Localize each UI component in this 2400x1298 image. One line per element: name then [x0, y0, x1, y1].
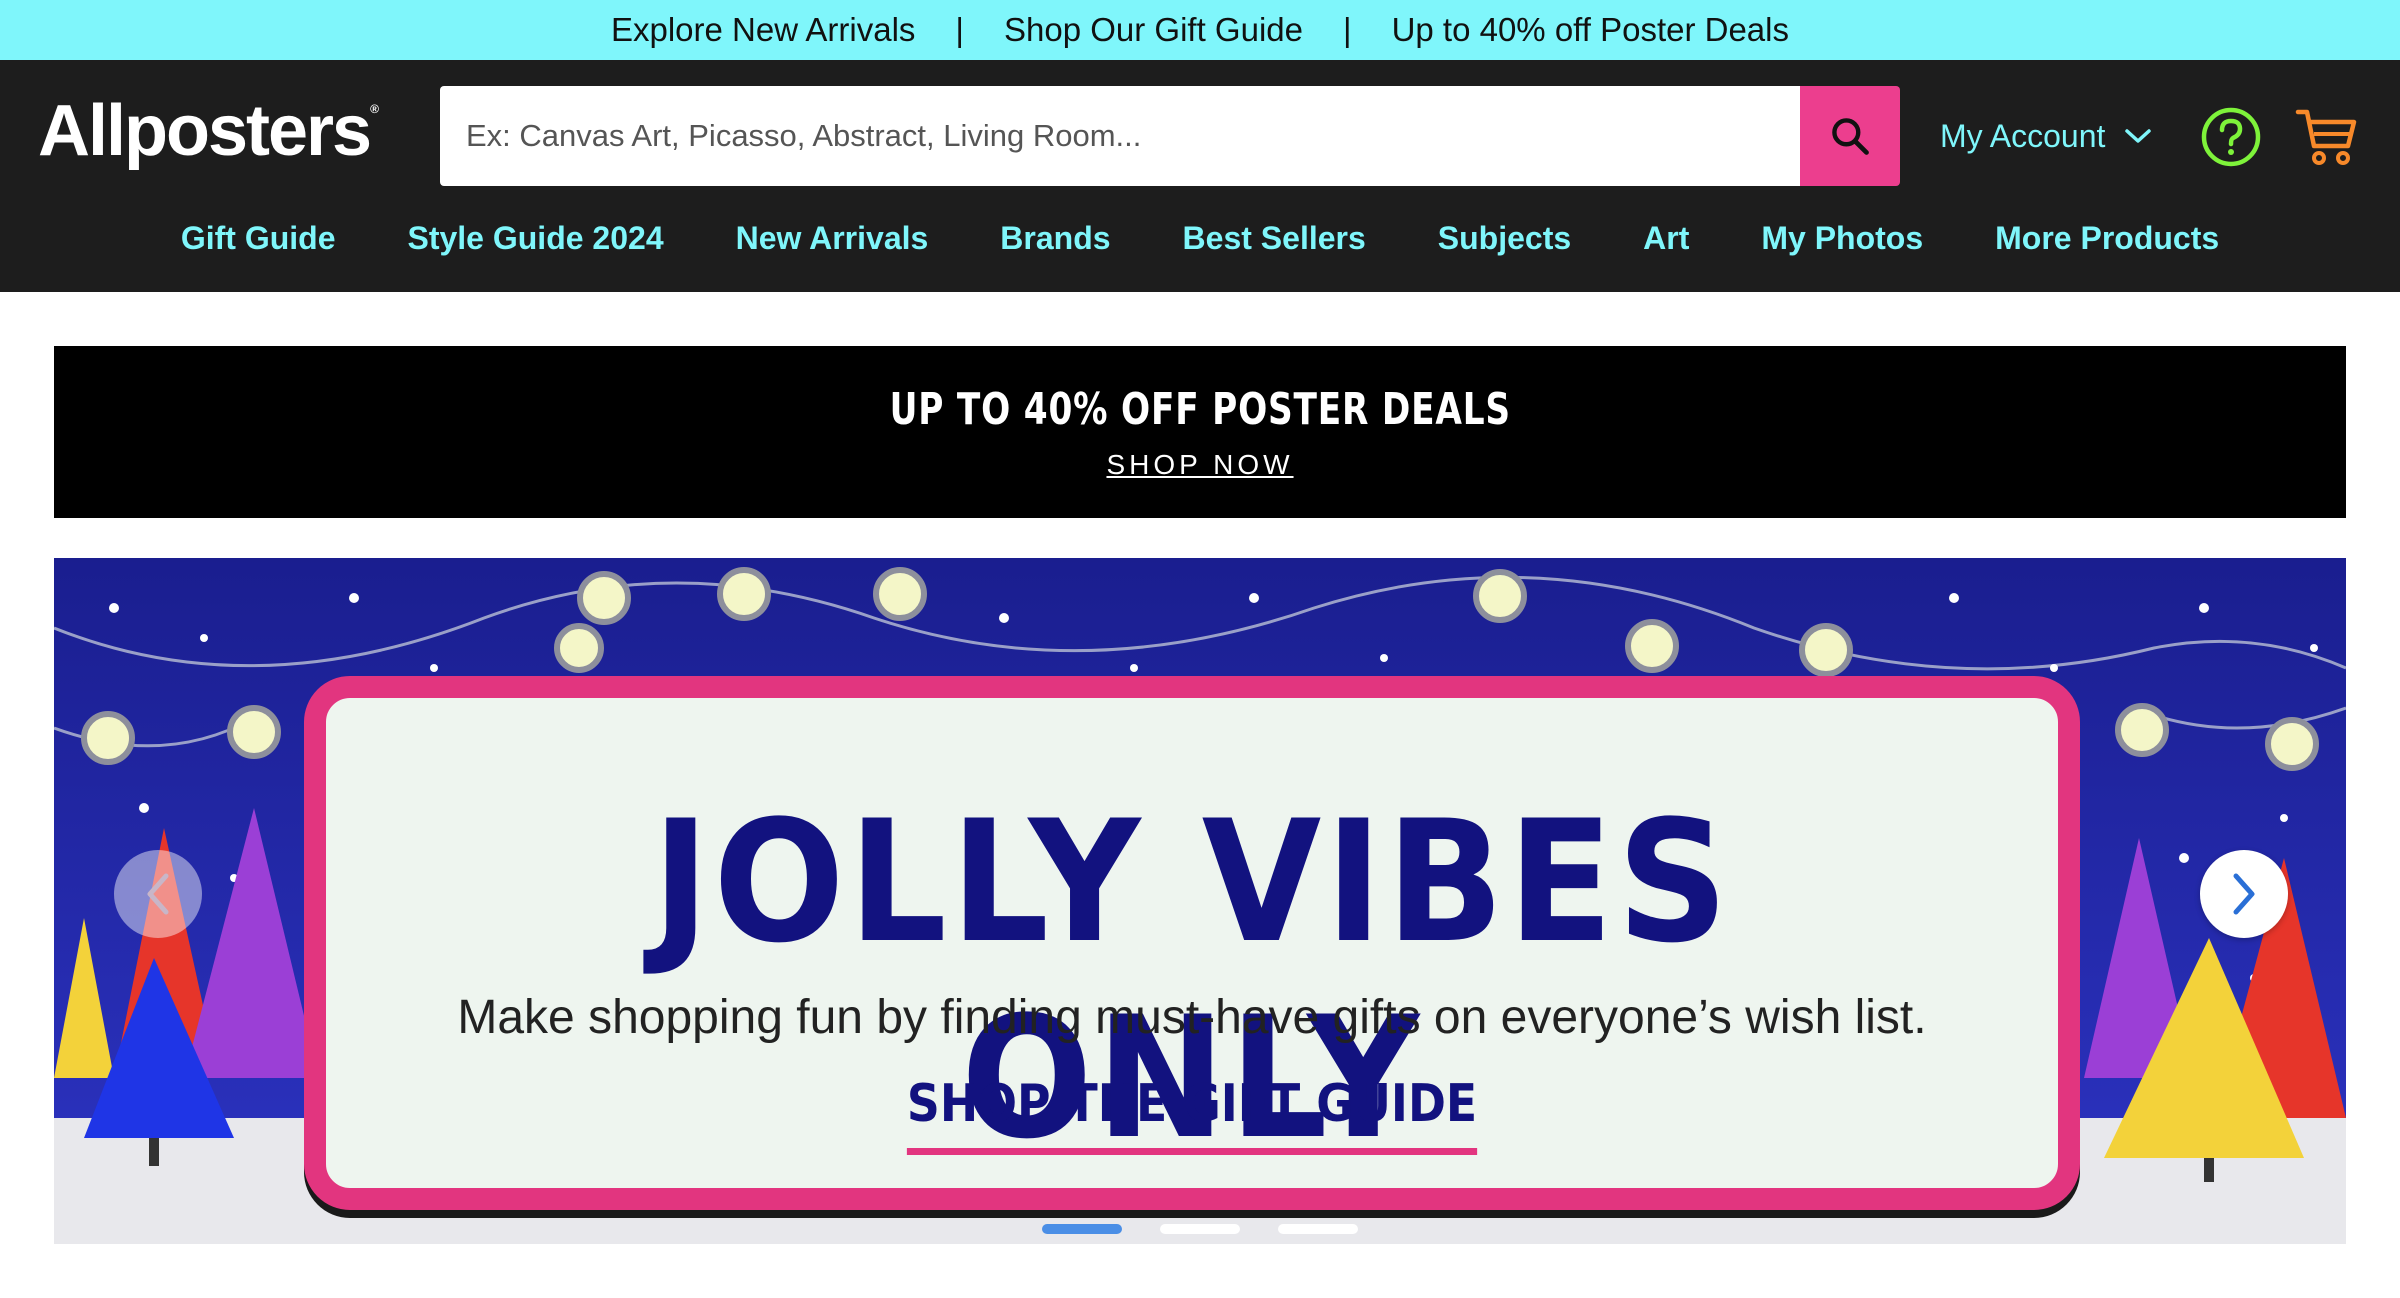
site-header: Allposters® My Account Gift: [0, 60, 2400, 292]
help-button[interactable]: [2200, 106, 2262, 173]
my-account-menu[interactable]: My Account: [1940, 108, 2153, 164]
promo-strip: Explore New Arrivals | Shop Our Gift Gui…: [0, 0, 2400, 60]
deal-banner-title: UP TO 40% OFF POSTER DEALS: [889, 383, 1511, 435]
nav-item-art[interactable]: Art: [1643, 220, 1689, 257]
promo-separator: |: [1342, 11, 1352, 48]
nav-item-brands[interactable]: Brands: [1000, 220, 1110, 257]
nav-item-subjects[interactable]: Subjects: [1438, 220, 1571, 257]
shop-now-link[interactable]: SHOP NOW: [1106, 449, 1293, 481]
chevron-right-icon: [2233, 873, 2255, 915]
promo-link-new-arrivals[interactable]: Explore New Arrivals: [611, 11, 915, 49]
nav-item-best-sellers[interactable]: Best Sellers: [1183, 220, 1366, 257]
help-circle-icon: [2201, 107, 2261, 167]
cart-button[interactable]: [2294, 104, 2358, 173]
promo-link-gift-guide[interactable]: Shop Our Gift Guide: [1004, 11, 1303, 49]
logo-text: Allposters: [38, 91, 372, 171]
cart-icon: [2295, 109, 2357, 165]
registered-mark: ®: [370, 102, 379, 116]
nav-item-new-arrivals[interactable]: New Arrivals: [736, 220, 929, 257]
carousel-next-button[interactable]: [2200, 850, 2288, 938]
carousel-dot-3[interactable]: [1278, 1224, 1358, 1234]
carousel-prev-button[interactable]: [114, 850, 202, 938]
nav-item-style-guide[interactable]: Style Guide 2024: [407, 220, 663, 257]
search-input[interactable]: [440, 86, 1800, 186]
chevron-left-icon: [147, 873, 169, 915]
hero-carousel[interactable]: JOLLY VIBES ONLY Make shopping fun by fi…: [54, 558, 2346, 1244]
search-button[interactable]: [1800, 86, 1900, 186]
promo-separator: |: [955, 11, 964, 48]
deal-banner[interactable]: UP TO 40% OFF POSTER DEALS SHOP NOW: [54, 346, 2346, 518]
nav-item-my-photos[interactable]: My Photos: [1761, 220, 1923, 257]
shop-gift-guide-link[interactable]: SHOP THE GIFT GUIDE: [906, 1074, 1478, 1155]
main-nav: Gift Guide Style Guide 2024 New Arrivals…: [0, 208, 2400, 268]
chevron-down-icon: [2125, 129, 2152, 143]
hero-card: JOLLY VIBES ONLY Make shopping fun by fi…: [304, 676, 2080, 1210]
carousel-dots: [54, 1224, 2346, 1234]
carousel-dot-1[interactable]: [1042, 1224, 1122, 1234]
carousel-dot-2[interactable]: [1160, 1224, 1240, 1234]
my-account-label: My Account: [1940, 117, 2106, 154]
search-bar: [440, 86, 1900, 186]
hero-subtitle: Make shopping fun by finding must-have g…: [457, 991, 1927, 1044]
hero-cta-wrap: SHOP THE GIFT GUIDE: [326, 1074, 2058, 1155]
promo-link-poster-deals[interactable]: Up to 40% off Poster Deals: [1392, 11, 1789, 49]
nav-item-gift-guide[interactable]: Gift Guide: [181, 220, 336, 257]
nav-item-more-products[interactable]: More Products: [1995, 220, 2219, 257]
site-logo[interactable]: Allposters®: [38, 90, 379, 172]
search-icon: [1832, 118, 1869, 155]
